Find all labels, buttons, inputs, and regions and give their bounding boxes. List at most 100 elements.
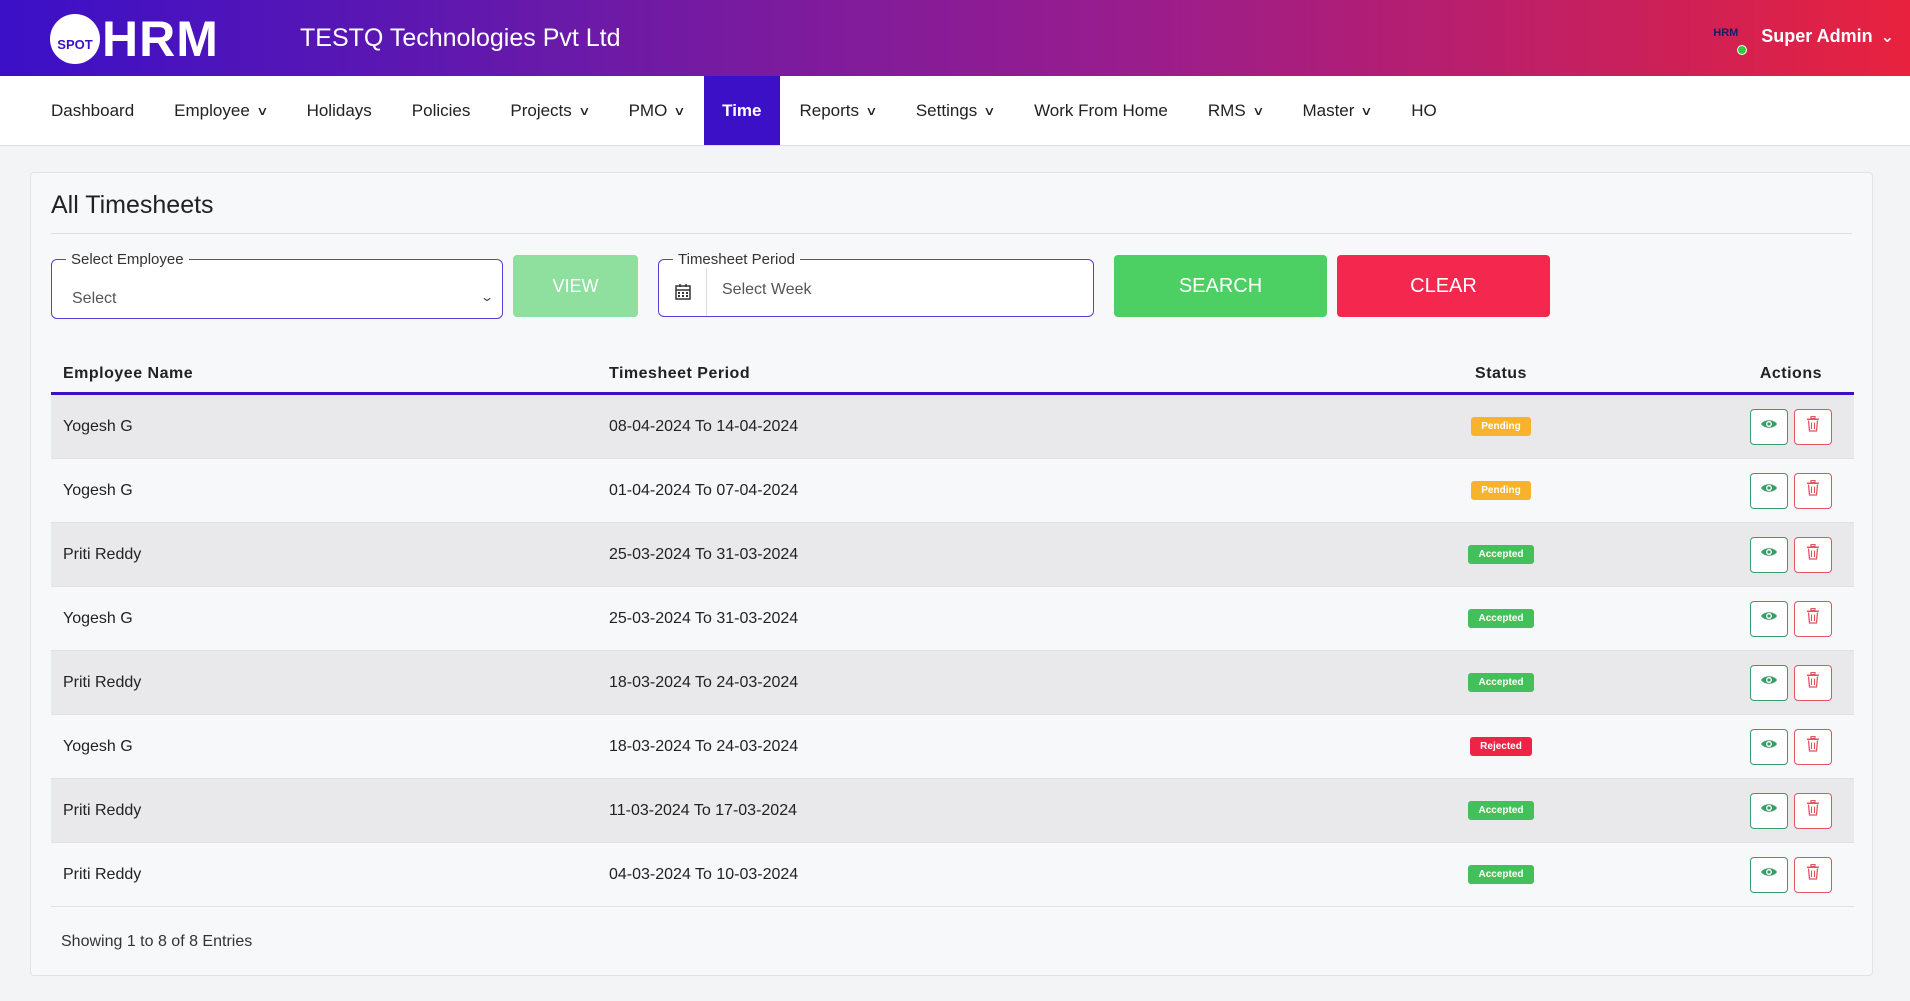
view-button[interactable]: VIEW: [513, 255, 638, 317]
status-badge: Accepted: [1468, 609, 1534, 628]
nav-item-settings[interactable]: Settings ∨: [896, 76, 1014, 145]
column-header-status-label: Status: [1475, 364, 1527, 382]
chevron-down-icon: ⌄: [1880, 28, 1894, 46]
trash-icon: [1806, 735, 1820, 757]
row-actions: [1729, 664, 1854, 701]
user-menu[interactable]: HRM Super Admin ⌄: [1713, 26, 1894, 55]
nav-item-dashboard[interactable]: Dashboard: [31, 76, 154, 145]
nav-item-work-from-home[interactable]: Work From Home: [1014, 76, 1188, 145]
delete-button[interactable]: [1794, 856, 1832, 893]
status-badge: Pending: [1471, 417, 1531, 436]
table-row: Priti Reddy 25-03-2024 To 31-03-2024 Accep…: [51, 523, 1854, 587]
nav-item-holidays[interactable]: Holidays: [287, 76, 392, 145]
status-cell: Accepted: [1409, 801, 1729, 820]
table-row: Yogesh G 08-04-2024 To 14-04-2024 Pending: [51, 395, 1854, 459]
view-button[interactable]: [1750, 536, 1788, 573]
timesheet-period-input[interactable]: Select Week: [722, 281, 812, 299]
table-row: Priti Reddy 11-03-2024 To 17-03-2024 Accep…: [51, 779, 1854, 843]
nav-item-reports[interactable]: Reports ∨: [780, 76, 896, 145]
nav-item-master[interactable]: Master ∨: [1282, 76, 1391, 145]
chevron-down-icon: ∨: [983, 103, 996, 118]
table-row: Yogesh G 01-04-2024 To 07-04-2024 Pending: [51, 459, 1854, 523]
eye-icon: [1760, 481, 1778, 500]
clear-button[interactable]: CLEAR: [1337, 255, 1550, 317]
view-button[interactable]: [1750, 600, 1788, 637]
trash-icon: [1806, 415, 1820, 437]
nav-item-label: Reports: [799, 100, 860, 120]
view-button[interactable]: [1750, 792, 1788, 829]
employee-name-cell: Yogesh G: [63, 737, 133, 755]
table-body: Yogesh G 08-04-2024 To 14-04-2024 Pending Y…: [51, 395, 1854, 907]
timesheet-period-cell: 25-03-2024 To 31-03-2024: [609, 609, 799, 627]
status-badge: Accepted: [1468, 673, 1534, 692]
status-cell: Rejected: [1409, 737, 1729, 756]
timesheet-period-field[interactable]: Timesheet Period Select Week: [658, 251, 1094, 317]
table-info: Showing 1 to 8 of 8 Entries: [61, 933, 253, 950]
chevron-down-icon: ∨: [865, 103, 878, 118]
column-header-employee-name[interactable]: Employee Name: [51, 365, 609, 383]
trash-icon: [1806, 543, 1820, 565]
status-cell: Pending: [1409, 417, 1729, 436]
chevron-down-icon: ∨: [256, 103, 269, 118]
nav-item-rms[interactable]: RMS ∨: [1188, 76, 1283, 145]
view-button[interactable]: [1750, 408, 1788, 445]
logo-text: HRM: [102, 11, 219, 67]
nav-item-label: Master: [1302, 100, 1355, 120]
online-status-dot: [1737, 44, 1748, 55]
status-badge: Pending: [1471, 481, 1531, 500]
employee-select-value: Select: [72, 290, 117, 307]
view-button[interactable]: [1750, 472, 1788, 509]
delete-button[interactable]: [1794, 472, 1832, 509]
nav-item-ho[interactable]: HO: [1391, 76, 1457, 145]
trash-icon: [1806, 479, 1820, 501]
eye-icon: [1760, 417, 1778, 436]
delete-button[interactable]: [1794, 664, 1832, 701]
nav-item-pmo[interactable]: PMO ∨: [609, 76, 705, 145]
delete-button[interactable]: [1794, 728, 1832, 765]
trash-icon: [1806, 799, 1820, 821]
delete-button[interactable]: [1794, 792, 1832, 829]
table-header: Employee Name Timesheet Period Status Ac…: [51, 355, 1854, 395]
delete-button[interactable]: [1794, 600, 1832, 637]
row-actions: [1729, 856, 1854, 893]
delete-button[interactable]: [1794, 408, 1832, 445]
employee-select[interactable]: Select Employee Select ⌄: [51, 251, 503, 319]
avatar-text: HRM: [1713, 26, 1739, 39]
eye-icon: [1760, 545, 1778, 564]
nav-item-policies[interactable]: Policies: [392, 76, 491, 145]
column-header-status[interactable]: Status: [1409, 365, 1729, 383]
page-title: All Timesheets: [51, 191, 214, 219]
nav-item-label: Dashboard: [51, 100, 135, 120]
chevron-down-icon: ∨: [673, 103, 686, 118]
eye-icon: [1760, 673, 1778, 692]
column-header-actions: Actions: [1759, 364, 1822, 382]
nav-item-employee[interactable]: Employee ∨: [154, 76, 286, 145]
avatar: HRM: [1713, 26, 1751, 55]
column-header-timesheet-period[interactable]: Timesheet Period: [609, 365, 1409, 383]
view-button[interactable]: [1750, 664, 1788, 701]
nav-item-label: Projects: [510, 100, 572, 120]
status-cell: Pending: [1409, 481, 1729, 500]
status-badge: Accepted: [1468, 545, 1534, 564]
trash-icon: [1806, 671, 1820, 693]
chevron-down-icon: ⌄: [479, 290, 495, 304]
eye-icon: [1760, 801, 1778, 820]
view-button[interactable]: [1750, 728, 1788, 765]
nav-item-label: Employee: [174, 100, 250, 120]
app-logo[interactable]: SPOT HRM: [50, 14, 219, 64]
chevron-down-icon: ∨: [578, 103, 591, 118]
delete-button[interactable]: [1794, 536, 1832, 573]
nav-item-label: Settings: [915, 100, 978, 120]
row-actions: [1729, 536, 1854, 573]
main-nav: Dashboard Employee ∨ Holidays Policies Projec…: [0, 76, 1910, 146]
calendar-icon[interactable]: [659, 268, 707, 316]
nav-item-projects[interactable]: Projects ∨: [490, 76, 608, 145]
nav-item-time[interactable]: Time: [704, 76, 780, 145]
table-row: Priti Reddy 18-03-2024 To 24-03-2024 Accep…: [51, 651, 1854, 715]
view-button[interactable]: [1750, 856, 1788, 893]
timesheet-period-cell: 01-04-2024 To 07-04-2024: [609, 481, 799, 499]
row-actions: [1729, 408, 1854, 445]
status-badge: Accepted: [1468, 865, 1534, 884]
search-button[interactable]: SEARCH: [1114, 255, 1327, 317]
nav-item-label: HO: [1411, 100, 1437, 120]
